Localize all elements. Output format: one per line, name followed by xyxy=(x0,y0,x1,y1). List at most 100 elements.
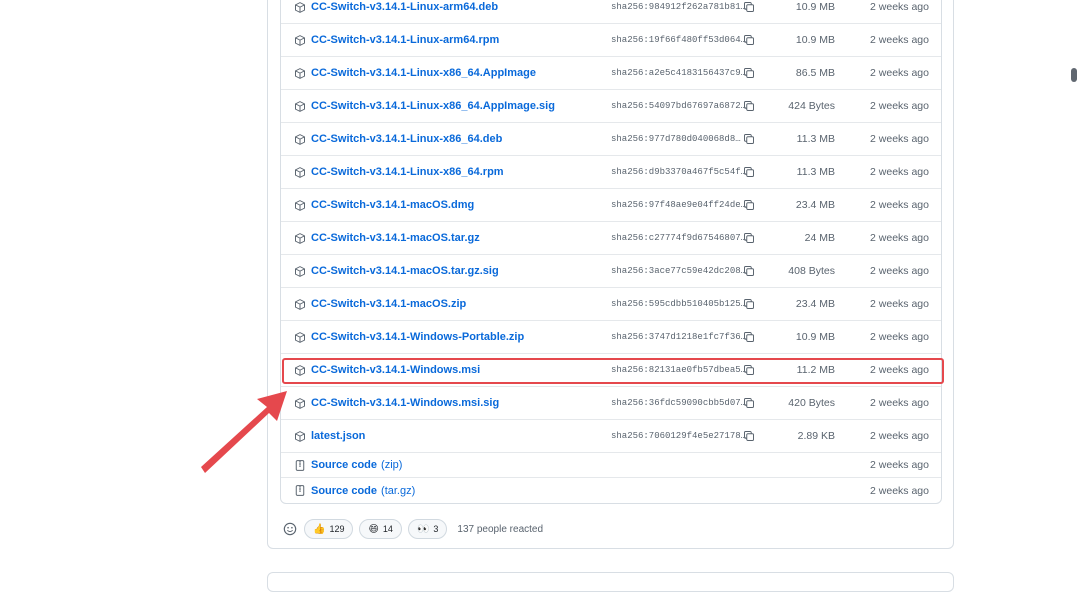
copy-icon[interactable] xyxy=(743,265,755,277)
asset-size: 11.3 MB xyxy=(796,166,835,178)
copy-icon[interactable] xyxy=(743,166,755,178)
asset-date: 2 weeks ago xyxy=(870,67,929,79)
asset-row: CC-Switch-v3.14.1-Linux-x86_64.deb sha256… xyxy=(281,123,941,156)
asset-size: 2.89 KB xyxy=(797,430,835,442)
asset-row: CC-Switch-v3.14.1-Linux-x86_64.AppImage.… xyxy=(281,90,941,123)
reaction-count: 129 xyxy=(329,524,345,534)
next-release-card xyxy=(267,572,954,592)
source-code-format: (tar.gz) xyxy=(381,484,416,497)
package-icon xyxy=(293,34,306,47)
asset-link[interactable]: CC-Switch-v3.14.1-Windows-Portable.zip xyxy=(311,331,524,343)
package-icon xyxy=(293,232,306,245)
package-icon xyxy=(293,67,306,80)
asset-size: 420 Bytes xyxy=(788,397,835,409)
copy-icon[interactable] xyxy=(743,1,755,13)
file-zip-icon xyxy=(293,484,306,497)
thumbsup-icon: 👍 xyxy=(313,523,326,535)
source-code-link[interactable]: Source code (tar.gz) xyxy=(311,485,415,497)
eyes-icon: 👀 xyxy=(416,523,430,535)
asset-date: 2 weeks ago xyxy=(870,100,929,112)
asset-row: CC-Switch-v3.14.1-Linux-x86_64.AppImage s… xyxy=(281,57,941,90)
copy-icon[interactable] xyxy=(743,298,755,310)
asset-row: CC-Switch-v3.14.1-macOS.dmg sha256:97f48a… xyxy=(281,189,941,222)
asset-size: 11.3 MB xyxy=(796,133,835,145)
copy-icon[interactable] xyxy=(743,397,755,409)
asset-sha: sha256:595cdbb510405b125… xyxy=(611,299,747,309)
asset-sha: sha256:977d780d040068d8… xyxy=(611,134,741,144)
pointer-arrow-icon xyxy=(201,391,287,473)
reaction-count: 14 xyxy=(382,524,393,534)
asset-row: CC-Switch-v3.14.1-Windows-Portable.zip sh… xyxy=(281,321,941,354)
asset-row: latest.json sha256:7060129f4e5e27178… 2.89… xyxy=(281,420,941,453)
asset-link[interactable]: CC-Switch-v3.14.1-Linux-arm64.deb xyxy=(311,1,498,13)
asset-size: 10.9 MB xyxy=(795,331,835,343)
source-code-row: Source code (zip) 2 weeks ago xyxy=(281,453,941,478)
copy-icon[interactable] xyxy=(743,67,755,79)
scrollbar-thumb[interactable] xyxy=(1071,68,1077,82)
asset-date: 2 weeks ago xyxy=(870,166,929,178)
package-icon xyxy=(293,265,306,278)
asset-sha: sha256:3ace77c59e42dc208… xyxy=(611,266,747,276)
asset-size: 10.9 MB xyxy=(795,1,835,13)
reaction-thumbsup[interactable]: 👍 129 xyxy=(304,519,354,539)
asset-sha: sha256:19f66f480ff53d064… xyxy=(611,35,747,45)
asset-sha: sha256:c27774f9d67546807… xyxy=(611,233,747,243)
asset-link[interactable]: CC-Switch-v3.14.1-Linux-x86_64.deb xyxy=(311,133,502,145)
asset-link[interactable]: CC-Switch-v3.14.1-Windows.msi.sig xyxy=(311,397,499,409)
asset-sha: sha256:97f48ae9e04ff24de… xyxy=(611,200,747,210)
source-code-link[interactable]: Source code (zip) xyxy=(311,459,402,471)
asset-row: CC-Switch-v3.14.1-Linux-arm64.deb sha256:… xyxy=(281,0,941,24)
add-reaction-icon[interactable] xyxy=(282,521,298,537)
asset-sha: sha256:7060129f4e5e27178… xyxy=(611,431,747,441)
asset-link[interactable]: CC-Switch-v3.14.1-macOS.tar.gz.sig xyxy=(311,265,499,277)
reactions-summary: 137 people reacted xyxy=(457,523,544,535)
copy-icon[interactable] xyxy=(743,331,755,343)
asset-link[interactable]: CC-Switch-v3.14.1-macOS.tar.gz xyxy=(311,232,480,244)
copy-icon[interactable] xyxy=(743,232,755,244)
asset-sha: sha256:54097bd67697a6872… xyxy=(611,101,747,111)
asset-size: 23.4 MB xyxy=(795,199,835,211)
copy-icon[interactable] xyxy=(743,133,755,145)
package-icon xyxy=(293,133,306,146)
asset-link[interactable]: CC-Switch-v3.14.1-Linux-arm64.rpm xyxy=(311,34,499,46)
asset-date: 2 weeks ago xyxy=(870,232,929,244)
asset-size: 424 Bytes xyxy=(788,100,835,112)
package-icon xyxy=(293,331,306,344)
asset-date: 2 weeks ago xyxy=(870,430,929,442)
source-code-label: Source code xyxy=(311,484,378,497)
asset-date: 2 weeks ago xyxy=(870,34,929,46)
asset-row: CC-Switch-v3.14.1-macOS.zip sha256:595cdb… xyxy=(281,288,941,321)
reaction-eyes[interactable]: 👀 3 xyxy=(407,519,448,539)
asset-size: 10.9 MB xyxy=(795,34,835,46)
reaction-count: 3 xyxy=(433,524,439,534)
package-icon xyxy=(293,298,306,311)
asset-date: 2 weeks ago xyxy=(870,331,929,343)
asset-date: 2 weeks ago xyxy=(870,265,929,277)
asset-date: 2 weeks ago xyxy=(870,484,929,497)
asset-link[interactable]: latest.json xyxy=(311,430,365,442)
asset-link[interactable]: CC-Switch-v3.14.1-macOS.zip xyxy=(311,298,466,310)
highlight-box xyxy=(282,358,944,384)
asset-link[interactable]: CC-Switch-v3.14.1-Linux-x86_64.AppImage xyxy=(311,67,536,79)
asset-link[interactable]: CC-Switch-v3.14.1-Linux-x86_64.rpm xyxy=(311,166,504,178)
source-code-row: Source code (tar.gz) 2 weeks ago xyxy=(281,478,941,503)
asset-row: CC-Switch-v3.14.1-Linux-arm64.rpm sha256:… xyxy=(281,24,941,57)
asset-row: CC-Switch-v3.14.1-Linux-x86_64.rpm sha256… xyxy=(281,156,941,189)
reaction-laugh[interactable]: 😄 14 xyxy=(359,519,402,539)
copy-icon[interactable] xyxy=(743,34,755,46)
asset-size: 86.5 MB xyxy=(795,67,835,79)
asset-sha: sha256:3747d1218e1fc7f36… xyxy=(611,332,747,342)
copy-icon[interactable] xyxy=(743,100,755,112)
asset-row: CC-Switch-v3.14.1-Windows.msi.sig sha256:… xyxy=(281,387,941,420)
asset-link[interactable]: CC-Switch-v3.14.1-Linux-x86_64.AppImage.… xyxy=(311,100,555,112)
asset-sha: sha256:36fdc59090cbb5d07… xyxy=(611,398,747,408)
asset-sha: sha256:d9b3370a467f5c54f… xyxy=(611,167,747,177)
asset-size: 408 Bytes xyxy=(788,265,835,277)
asset-link[interactable]: CC-Switch-v3.14.1-macOS.dmg xyxy=(311,199,474,211)
asset-date: 2 weeks ago xyxy=(870,397,929,409)
asset-date: 2 weeks ago xyxy=(870,459,929,471)
copy-icon[interactable] xyxy=(743,199,755,211)
copy-icon[interactable] xyxy=(743,430,755,442)
asset-row: CC-Switch-v3.14.1-macOS.tar.gz sha256:c27… xyxy=(281,222,941,255)
assets-list: CC-Switch-v3.14.1-Linux-arm64.deb sha256:… xyxy=(280,0,942,504)
